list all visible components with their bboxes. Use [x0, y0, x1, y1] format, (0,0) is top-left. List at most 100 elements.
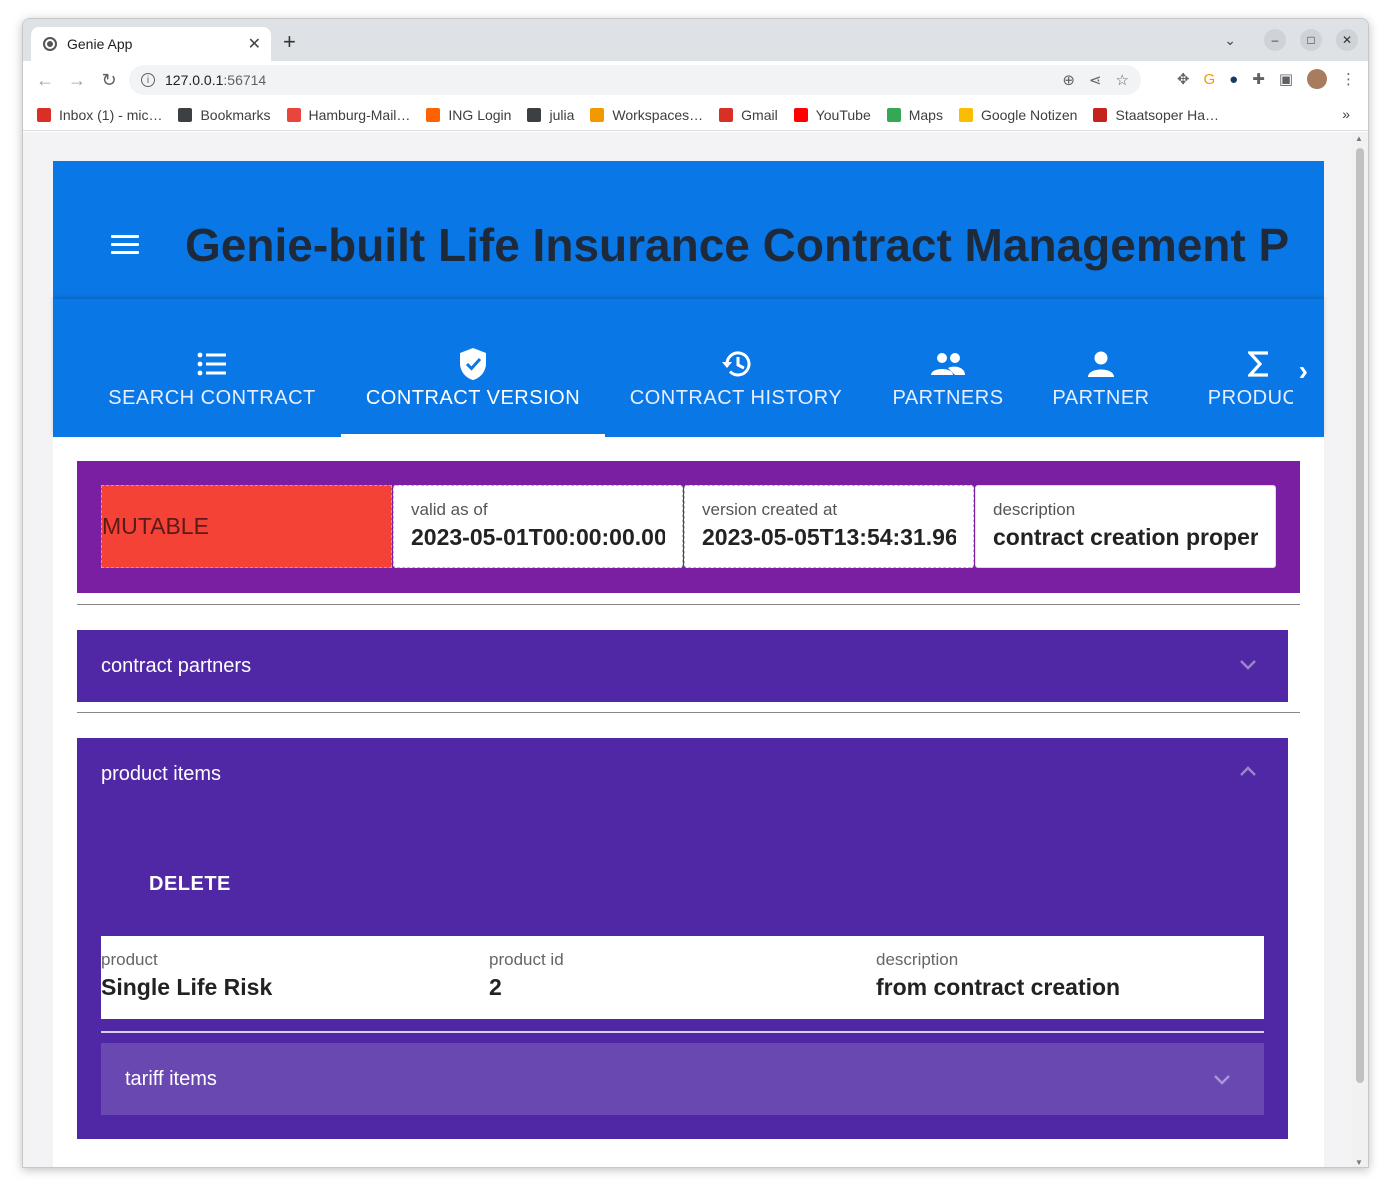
scroll-down-icon[interactable]: ▼ [1355, 1158, 1363, 1167]
scrollbar-thumb[interactable] [1356, 148, 1364, 1083]
product-id-column: product id 2 [489, 950, 564, 1001]
delete-button[interactable]: DELETE [149, 873, 231, 896]
bookmark-item[interactable]: ING Login [426, 107, 511, 123]
tab-partner[interactable]: PARTNER [1033, 347, 1169, 437]
page-title: Genie-built Life Insurance Contract Mana… [185, 219, 1290, 271]
bookmark-favicon-icon [286, 107, 301, 122]
bookmark-favicon-icon [426, 107, 441, 122]
browser-toolbar: ← → ↻ i 127.0.0.1:56714 ⊕ ⋖ ☆ ✥ G ● ✚ ▣ … [23, 61, 1368, 99]
site-info-icon[interactable]: i [141, 73, 155, 87]
genie-app: Genie-built Life Insurance Contract Mana… [53, 161, 1324, 1167]
omnibox-actions: ⊕ ⋖ ☆ [1062, 71, 1129, 89]
bookmark-label: Staatsoper Ha… [1115, 106, 1219, 123]
tab-product[interactable]: PRODUCT [1179, 347, 1293, 437]
description-field[interactable]: description contract creation proper [975, 485, 1276, 568]
extension-blue-icon[interactable]: ● [1229, 71, 1238, 88]
extension-g-icon[interactable]: G [1204, 71, 1216, 88]
bookmark-label: Bookmarks [200, 106, 271, 123]
side-panel-icon[interactable]: ▣ [1279, 70, 1293, 88]
bookmark-favicon-icon [527, 107, 542, 122]
version-created-at-field[interactable]: version created at 2023-05-05T13:54:31.9… [684, 485, 974, 568]
history-icon [610, 347, 862, 381]
product-value: Single Life Risk [101, 974, 273, 1000]
chevron-down-icon[interactable] [1212, 1069, 1232, 1089]
bookmark-item[interactable]: julia [527, 107, 574, 123]
address-bar[interactable]: i 127.0.0.1:56714 ⊕ ⋖ ☆ [129, 65, 1141, 95]
nav-tabs: SEARCH CONTRACT CONTRACT VERSION CONTRACT … [53, 299, 1324, 437]
tariff-items-expander[interactable]: tariff items [101, 1043, 1264, 1115]
bookmark-item[interactable]: Bookmarks [178, 106, 271, 123]
bookmark-label: julia [549, 106, 575, 123]
zoom-icon[interactable]: ⊕ [1062, 71, 1075, 89]
share-icon[interactable]: ⋖ [1089, 71, 1102, 89]
bookmark-label: Google Notizen [980, 106, 1078, 123]
bookmark-label: Hamburg-Mail… [308, 106, 411, 123]
bookmark-label: Gmail [741, 106, 778, 123]
bookmark-item[interactable]: Gmail [719, 107, 778, 123]
close-window-button[interactable]: ✕ [1336, 29, 1358, 51]
star-icon[interactable]: ☆ [1116, 71, 1129, 89]
sigma-icon [1179, 347, 1293, 381]
tab-label: PARTNERS [892, 387, 1004, 409]
product-id-label: product id [489, 950, 564, 969]
field-label: version created at [702, 500, 838, 519]
tab-partners[interactable]: PARTNERS [873, 347, 1023, 437]
product-description-value: from contract creation [876, 974, 1121, 1000]
minimize-button[interactable]: – [1264, 29, 1286, 51]
field-value: 2023-05-01T00:00:00.000 [411, 524, 665, 550]
bookmark-label: ING Login [448, 106, 512, 123]
maximize-button[interactable]: □ [1300, 29, 1322, 51]
verified-shield-icon [341, 347, 605, 381]
bookmark-item[interactable]: Workspaces… [590, 107, 703, 123]
bookmark-favicon-icon [958, 107, 973, 122]
bookmark-item[interactable]: Inbox (1) - mic… [37, 107, 162, 123]
people-icon [873, 347, 1023, 381]
page-scrollbar[interactable]: ▲ ▼ [1352, 132, 1368, 1167]
profile-avatar[interactable] [1307, 69, 1327, 89]
bookmark-label: Inbox (1) - mic… [59, 106, 163, 123]
extensions-puzzle-icon[interactable]: ✚ [1252, 70, 1265, 88]
browser-tab[interactable]: Genie App ✕ [31, 27, 271, 61]
tab-contract-history[interactable]: CONTRACT HISTORY [610, 347, 862, 437]
product-description-column: description from contract creation [876, 950, 1120, 1001]
bookmark-item[interactable]: Staatsoper Ha… [1093, 107, 1219, 123]
extension-move-icon[interactable]: ✥ [1177, 70, 1190, 88]
contract-partners-expander[interactable]: contract partners [77, 630, 1288, 702]
scroll-up-icon[interactable]: ▲ [1355, 134, 1363, 143]
expander-title[interactable]: product items [77, 738, 1288, 810]
bookmark-item[interactable]: YouTube [793, 107, 871, 123]
forward-icon[interactable]: → [61, 70, 93, 91]
expander-title: contract partners [101, 654, 252, 677]
bookmark-item[interactable]: Maps [886, 107, 943, 123]
reload-icon[interactable]: ↻ [93, 70, 125, 91]
back-icon[interactable]: ← [29, 70, 61, 91]
new-tab-button[interactable]: + [283, 31, 296, 53]
bookmark-favicon-icon [793, 107, 808, 122]
window-controls: ⌄ – □ ✕ [1224, 29, 1358, 51]
product-description-label: description [876, 950, 959, 969]
tab-search-icon[interactable]: ⌄ [1224, 32, 1236, 49]
product-id-value: 2 [489, 974, 502, 1000]
field-label: valid as of [411, 500, 488, 519]
tab-contract-version[interactable]: CONTRACT VERSION [341, 347, 605, 437]
bookmark-favicon-icon [1093, 107, 1108, 122]
app-header: Genie-built Life Insurance Contract Mana… [53, 161, 1324, 299]
chevron-up-icon[interactable] [1238, 762, 1258, 782]
valid-as-of-field[interactable]: valid as of 2023-05-01T00:00:00.000 [393, 485, 683, 568]
list-icon [93, 347, 331, 381]
bookmarks-overflow-icon[interactable]: » [1342, 106, 1350, 122]
bookmark-item[interactable]: Hamburg-Mail… [286, 106, 411, 123]
menu-dots-icon[interactable]: ⋮ [1341, 70, 1356, 88]
browser-window: Genie App ✕ + ⌄ – □ ✕ ← → ↻ i 127.0.0.1:… [22, 18, 1369, 1168]
hamburger-menu-icon[interactable] [111, 235, 139, 255]
divider [101, 1031, 1264, 1033]
chevron-down-icon[interactable] [1238, 654, 1258, 674]
page-viewport: Genie-built Life Insurance Contract Mana… [23, 132, 1354, 1167]
product-items-expander: product items DELETE product Single Life… [77, 738, 1288, 1139]
bookmark-item[interactable]: Google Notizen [958, 106, 1078, 123]
divider [77, 712, 1300, 713]
tab-search-contract[interactable]: SEARCH CONTRACT [93, 347, 331, 437]
close-tab-icon[interactable]: ✕ [248, 34, 261, 54]
extensions-area: ✥ G ● ✚ ▣ ⋮ [1177, 69, 1356, 89]
tabs-scroll-right-icon[interactable]: › [1299, 355, 1308, 387]
